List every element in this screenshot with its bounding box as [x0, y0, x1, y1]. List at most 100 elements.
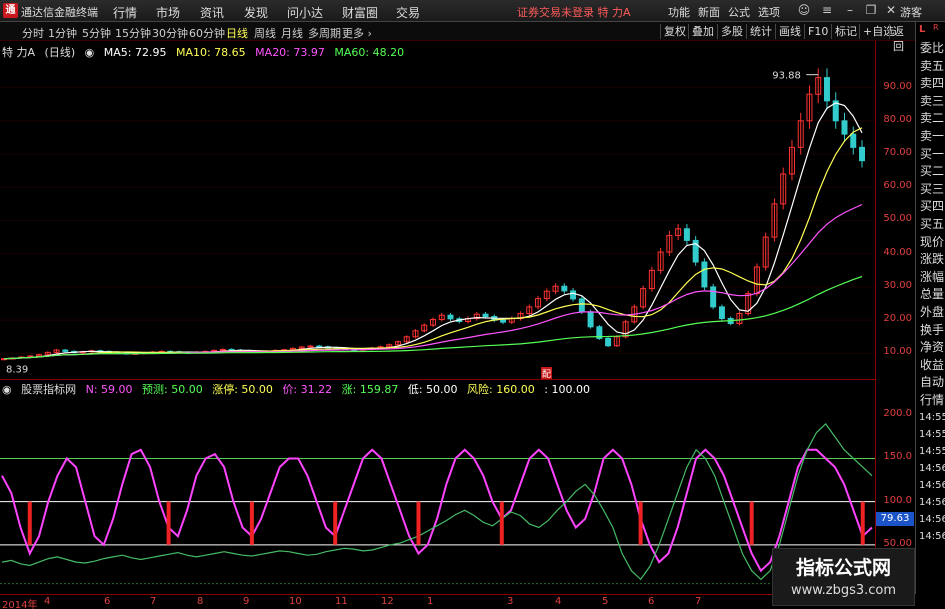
candle-body — [447, 314, 454, 320]
indicator-chart[interactable] — [0, 380, 875, 594]
app-logo-icon: 通 — [3, 3, 18, 18]
menu-discover[interactable]: 发现 — [244, 4, 268, 21]
menu-trade[interactable]: 交易 — [396, 4, 420, 21]
side-panel-item[interactable]: 卖三 — [916, 93, 945, 111]
side-panel-item[interactable]: 行情 — [916, 392, 945, 410]
back-button[interactable]: 返回 — [889, 24, 915, 53]
candle-body — [710, 286, 717, 308]
candle-body — [62, 349, 69, 352]
period-1min[interactable]: 1分钟 — [48, 25, 77, 41]
overlay-button[interactable]: 叠加 — [688, 24, 717, 39]
indicator-settings-icon[interactable]: ◉ — [2, 383, 12, 396]
price-chart[interactable]: 93.88 8.39 配 — [0, 41, 875, 380]
feedback-icon[interactable]: ☺ — [795, 2, 813, 19]
indicator-buy-bar — [860, 501, 865, 545]
side-panel-item[interactable]: 委比 — [916, 40, 945, 58]
candle-body — [578, 298, 585, 313]
indicator-low: 低: 50.00 — [407, 383, 458, 396]
candle-body — [701, 261, 708, 288]
guest-label[interactable]: 游客 — [900, 4, 922, 20]
side-panel-item[interactable]: 买一 — [916, 146, 945, 164]
side-panel-item[interactable]: 换手 — [916, 322, 945, 340]
stock-name: 特 力A — [2, 46, 36, 59]
tick-time: 14:55 — [919, 429, 945, 441]
period-more[interactable]: 更多 › — [342, 25, 372, 41]
indicator-axis-label: 150.0 — [883, 451, 912, 463]
minimize-icon[interactable]: – — [841, 2, 859, 19]
multi-stock-button[interactable]: 多股 — [717, 24, 746, 39]
side-panel-item[interactable]: 收益 — [916, 357, 945, 375]
indicator-buy-bar — [27, 501, 32, 545]
formula-link[interactable]: 公式 — [728, 4, 750, 20]
period-monthly[interactable]: 月线 — [281, 25, 303, 41]
date-axis-label: 2014年 — [2, 600, 38, 609]
tick-time: 14:56 — [919, 463, 945, 475]
indicator-price: 价: 31.22 — [282, 383, 333, 396]
side-panel-item[interactable]: 买五 — [916, 216, 945, 234]
side-panel-item[interactable]: 买三 — [916, 181, 945, 199]
draw-line-button[interactable]: 画线 — [775, 24, 804, 39]
menu-news[interactable]: 资讯 — [200, 4, 224, 21]
period-30min[interactable]: 30分钟 — [152, 25, 188, 41]
side-item-list: 委比 卖五 卖四 卖三 卖二 卖一 买一 买二 买三 买四 买五 现价 涨跌 涨幅 总量 外盘 换手 净资 收益 自动… — [916, 40, 945, 409]
period-tick[interactable]: 分时 — [22, 25, 44, 41]
indicator-chart-svg — [0, 422, 875, 585]
new-page-link[interactable]: 新面 — [698, 4, 720, 20]
period-daily[interactable]: 日线 — [226, 25, 248, 41]
statistics-button[interactable]: 统计 — [746, 24, 775, 39]
period-60min[interactable]: 60分钟 — [189, 25, 225, 41]
side-panel-item[interactable]: 涨跌 — [916, 251, 945, 269]
price-axis-label: 50.00 — [883, 213, 912, 225]
side-panel-item[interactable]: 买四 — [916, 198, 945, 216]
side-panel-header: L R — [916, 22, 945, 40]
indicator-name[interactable]: 股票指标网 — [21, 383, 76, 396]
menu-wealth-circle[interactable]: 财富圈 — [342, 4, 378, 21]
period-5min[interactable]: 5分钟 — [82, 25, 111, 41]
side-panel-item[interactable]: 外盘 — [916, 304, 945, 322]
ma-settings-icon[interactable]: ◉ — [85, 46, 95, 59]
adjust-button[interactable]: 复权 — [660, 24, 689, 39]
side-panel-item[interactable]: 卖二 — [916, 110, 945, 128]
menu-quotes[interactable]: 行情 — [113, 4, 137, 21]
side-panel-item[interactable]: 卖五 — [916, 58, 945, 76]
options-link[interactable]: 选项 — [758, 4, 780, 20]
price-axis-label: 80.00 — [883, 113, 912, 125]
side-panel-l-icon[interactable]: L — [919, 24, 925, 35]
mark-button[interactable]: 标记 — [831, 24, 860, 39]
side-panel-item[interactable]: 自动 — [916, 374, 945, 392]
candle-body — [841, 120, 848, 135]
candle-body — [859, 146, 865, 162]
indicator-buy-bar — [499, 501, 504, 545]
period-multi[interactable]: 多周期 — [308, 25, 341, 41]
indicator-n: N: 59.00 — [85, 383, 133, 396]
f10-button[interactable]: F10 — [804, 24, 831, 39]
tick-time: 14:56 — [919, 497, 945, 509]
restore-icon[interactable]: ❐ — [862, 2, 880, 19]
side-panel-item[interactable]: 涨幅 — [916, 269, 945, 287]
side-panel-item[interactable]: 卖一 — [916, 128, 945, 146]
date-axis-label: 6 — [648, 596, 655, 607]
candle-body — [570, 290, 577, 300]
tick-time-list: 14:55 14:55 14:55 14:56 14:56 14:56 14:56 14:56 — [916, 409, 945, 545]
menu-market[interactable]: 市场 — [156, 4, 180, 21]
close-icon[interactable]: ✕ — [882, 2, 900, 19]
date-axis-label: 4 — [555, 596, 562, 607]
side-panel-item[interactable]: 总量 — [916, 286, 945, 304]
tick-time: 14:55 — [919, 446, 945, 458]
side-panel-r-icon[interactable]: R — [933, 23, 939, 32]
high-price-label: 93.88 — [772, 71, 801, 82]
indicator-axis-label: 200.0 — [883, 408, 912, 420]
side-panel-item[interactable]: 现价 — [916, 234, 945, 252]
side-panel-item[interactable]: 卖四 — [916, 75, 945, 93]
indicator-buy-bar — [166, 501, 171, 545]
candle-body — [307, 345, 314, 348]
period-15min[interactable]: 15分钟 — [115, 25, 151, 41]
menu-ask-xiaoda[interactable]: 问小达 — [287, 4, 323, 21]
side-panel-item[interactable]: 买二 — [916, 163, 945, 181]
date-axis-label: 5 — [602, 596, 609, 607]
menu-icon[interactable]: ≡ — [818, 2, 836, 19]
indicator-limit-up: 涨停: 50.00 — [212, 383, 273, 396]
function-link[interactable]: 功能 — [668, 4, 690, 20]
period-weekly[interactable]: 周线 — [254, 25, 276, 41]
side-panel-item[interactable]: 净资 — [916, 339, 945, 357]
